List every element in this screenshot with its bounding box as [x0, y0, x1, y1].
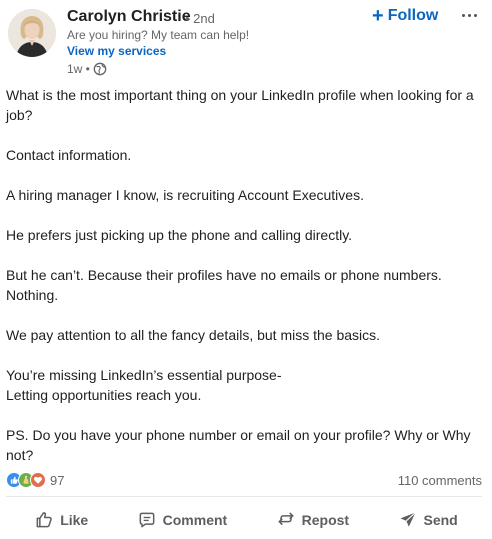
- post-time: 1w •: [67, 62, 90, 76]
- reactions-summary[interactable]: 97: [6, 472, 64, 488]
- feed-post: Carolyn Christie • 2nd Are you hiring? M…: [0, 0, 492, 539]
- comment-button[interactable]: Comment: [127, 502, 238, 538]
- post-paragraph: But he can’t. Because their profiles hav…: [6, 267, 442, 303]
- author-name[interactable]: Carolyn Christie: [67, 8, 191, 26]
- author-headline: Are you hiring? My team can help!: [67, 28, 250, 42]
- author-avatar[interactable]: [8, 9, 56, 57]
- like-label: Like: [60, 512, 89, 528]
- more-options-button[interactable]: [458, 5, 480, 25]
- reaction-count: 97: [50, 472, 65, 488]
- follow-label: Follow: [387, 7, 439, 24]
- view-services-link[interactable]: View my services: [67, 44, 166, 58]
- post-header: Carolyn Christie • 2nd Are you hiring? M…: [0, 0, 492, 80]
- plus-icon: +: [372, 5, 384, 27]
- connection-degree: • 2nd: [185, 11, 215, 26]
- post-paragraph: What is the most important thing on your…: [6, 87, 474, 123]
- post-body: What is the most important thing on your…: [6, 85, 484, 465]
- comments-count-link[interactable]: 110 comments: [398, 473, 482, 488]
- repost-label: Repost: [301, 512, 350, 528]
- like-button[interactable]: Like: [24, 502, 98, 538]
- repost-icon: [278, 512, 294, 525]
- send-icon: [400, 512, 416, 527]
- post-paragraph: Contact information.: [6, 147, 132, 163]
- thumbs-up-icon: [36, 512, 52, 528]
- post-paragraph: We pay attention to all the fancy detail…: [6, 327, 381, 343]
- send-button[interactable]: Send: [388, 502, 468, 538]
- repost-button[interactable]: Repost: [266, 502, 359, 538]
- post-paragraph: He prefers just picking up the phone and…: [6, 227, 353, 243]
- globe-icon: [93, 62, 107, 76]
- comment-label: Comment: [162, 512, 228, 528]
- post-paragraph: A hiring manager I know, is recruiting A…: [6, 187, 364, 203]
- post-paragraph: PS. Do you have your phone number or ema…: [6, 427, 471, 463]
- send-label: Send: [423, 512, 458, 528]
- social-counts: 97 110 comments: [6, 470, 482, 490]
- more-icon: [461, 13, 465, 17]
- post-paragraph: You’re missing LinkedIn’s essential purp…: [6, 367, 282, 403]
- post-meta: 1w •: [67, 61, 107, 77]
- divider: [6, 496, 482, 497]
- follow-button[interactable]: + Follow: [372, 4, 438, 28]
- comment-icon: [139, 512, 155, 528]
- post-action-bar: Like Comment Repost Send: [0, 500, 492, 539]
- avatar-portrait-image: [8, 9, 56, 57]
- love-icon: [30, 472, 46, 488]
